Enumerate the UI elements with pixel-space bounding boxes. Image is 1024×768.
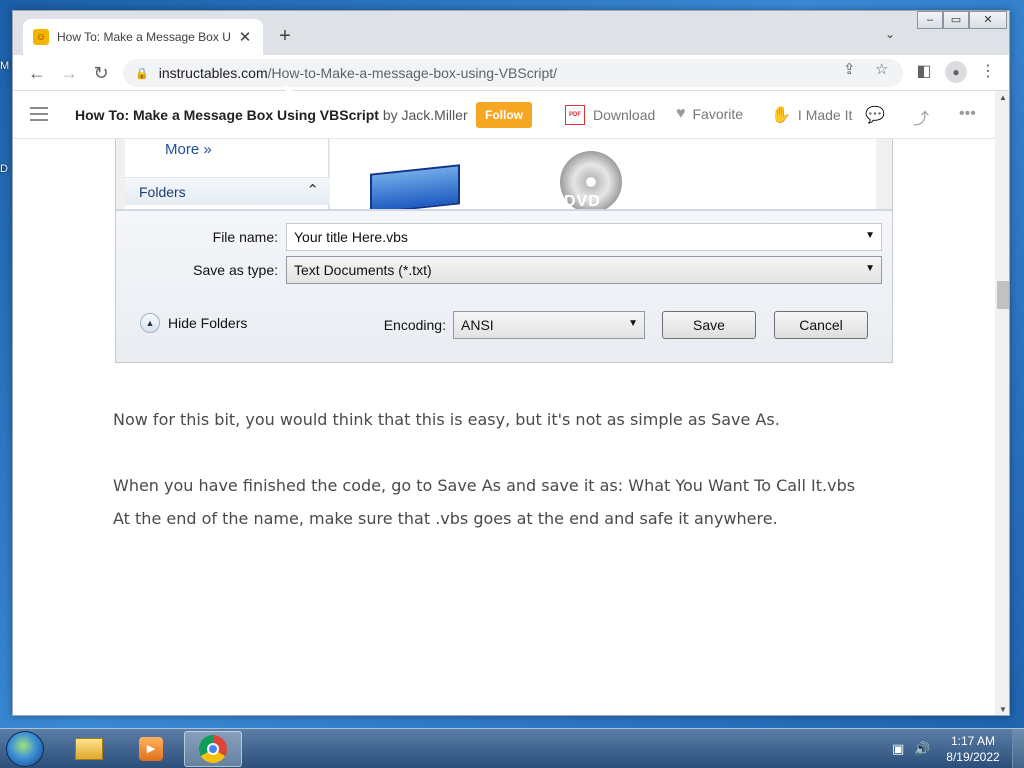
menu-kebab-icon[interactable]: ⋮ xyxy=(977,61,999,83)
save-type-select: Text Documents (*.txt) ▼ xyxy=(286,256,882,284)
folders-label: Folders xyxy=(139,184,186,200)
dropdown-arrow-icon: ▼ xyxy=(865,263,875,274)
encoding-select: ANSI ▼ xyxy=(453,311,645,339)
i-made-it-button[interactable]: ✋ I Made It xyxy=(771,105,852,125)
tab-title: How To: Make a Message Box Us xyxy=(57,30,231,44)
instructables-robot-icon: ☺ xyxy=(33,29,49,45)
project-title[interactable]: How To: Make a Message Box Using VBScrip… xyxy=(75,107,468,123)
side-panel-icon[interactable]: ◧ xyxy=(913,61,935,83)
clock-time: 1:17 AM xyxy=(950,734,996,748)
browser-toolbar: ← → ↻ 🔒 instructables.com/How-to-Make-a-… xyxy=(13,55,1009,91)
share-network-icon[interactable]: ⤴ xyxy=(913,105,936,129)
reload-icon[interactable]: ↻ xyxy=(89,61,113,85)
save-button: Save xyxy=(662,311,756,339)
file-name-label: File name: xyxy=(212,229,278,245)
clock-date: 8/19/2022 xyxy=(946,750,1000,764)
folder-icon xyxy=(370,164,460,214)
file-name-value: Your title Here.vbs xyxy=(294,229,408,245)
web-page: How To: Make a Message Box Using VBScrip… xyxy=(13,91,995,715)
scroll-down-arrow-icon[interactable]: ▼ xyxy=(995,703,1009,715)
tab-strip: ☺ How To: Make a Message Box Us ✕ + ⌄ – … xyxy=(13,11,1009,55)
folders-bar: Folders ⌃ xyxy=(125,177,329,205)
bookmark-star-icon[interactable]: ☆ xyxy=(875,60,888,78)
close-icon[interactable]: ✕ xyxy=(237,28,253,46)
encoding-value: ANSI xyxy=(461,317,494,333)
save-form: File name: Your title Here.vbs ▼ Save as… xyxy=(116,209,892,362)
start-button[interactable] xyxy=(6,731,44,767)
hide-folders-label: Hide Folders xyxy=(168,315,248,331)
share-icon[interactable]: ⇪ xyxy=(843,60,856,78)
show-desktop-button[interactable] xyxy=(1012,729,1024,768)
article-paragraph: When you have finished the code, go to S… xyxy=(113,476,856,495)
media-player-icon: ▶ xyxy=(139,737,163,761)
encoding-label: Encoding: xyxy=(383,317,446,333)
desktop-icon-label[interactable]: M xyxy=(0,60,9,72)
maximize-button[interactable]: ▭ xyxy=(943,11,969,29)
url-host: instructables.com xyxy=(158,65,268,81)
hamburger-menu-icon[interactable] xyxy=(30,107,48,121)
hand-icon: ✋ xyxy=(771,107,791,124)
project-title-text: How To: Make a Message Box Using VBScrip… xyxy=(75,107,379,123)
i-made-it-label: I Made It xyxy=(797,107,853,123)
download-label: Download xyxy=(593,107,656,123)
network-icon[interactable]: ▣ xyxy=(892,741,904,757)
dropdown-arrow-icon: ▼ xyxy=(628,318,638,329)
profile-avatar-icon[interactable]: ● xyxy=(945,61,967,83)
favorite-label: Favorite xyxy=(692,106,744,122)
favorite-button[interactable]: ♥ Favorite xyxy=(676,105,743,123)
taskbar-media-player[interactable]: ▶ xyxy=(122,731,180,767)
instructables-header-bar: How To: Make a Message Box Using VBScrip… xyxy=(13,91,995,139)
chevron-up-circle-icon: ▲ xyxy=(140,313,160,333)
save-type-label: Save as type: xyxy=(193,262,278,278)
cancel-button: Cancel xyxy=(774,311,868,339)
tab-search-chevron-icon[interactable]: ⌄ xyxy=(885,27,895,41)
chrome-icon xyxy=(199,735,227,763)
taskbar-clock[interactable]: 1:17 AM 8/19/2022 xyxy=(940,733,1006,765)
browser-window: ☺ How To: Make a Message Box Us ✕ + ⌄ – … xyxy=(12,10,1010,716)
page-scrollbar[interactable]: ▲ ▼ xyxy=(995,91,1009,715)
desktop-icon-label[interactable]: D xyxy=(0,163,8,175)
more-link: More » xyxy=(165,141,212,158)
article-paragraph: At the end of the name, make sure that .… xyxy=(113,509,778,528)
pdf-icon: PDF xyxy=(565,105,585,125)
file-view: DVD ▼ xyxy=(330,139,876,214)
back-arrow-icon[interactable]: ← xyxy=(25,61,49,85)
comments-icon[interactable]: 💬 xyxy=(865,105,892,125)
follow-button[interactable]: Follow xyxy=(476,102,532,128)
author-byline[interactable]: by Jack.Miller xyxy=(383,107,468,123)
taskbar-chrome[interactable] xyxy=(184,731,242,767)
save-dialog-screenshot: More » Folders ⌃ DVD ▼ File name: Your t… xyxy=(115,139,893,363)
download-button[interactable]: PDF Download xyxy=(565,105,655,125)
chevron-up-icon: ⌃ xyxy=(306,182,319,199)
save-type-value: Text Documents (*.txt) xyxy=(294,262,432,278)
scroll-up-arrow-icon[interactable]: ▲ xyxy=(995,91,1009,105)
double-chevron-icon: » xyxy=(203,141,212,158)
hide-folders-toggle: ▲ Hide Folders xyxy=(140,313,247,333)
taskbar-explorer[interactable] xyxy=(60,731,118,767)
more-label: More xyxy=(165,141,200,158)
taskbar: ▶ ▣ 🔊 1:17 AM 8/19/2022 xyxy=(0,728,1024,768)
forward-arrow-icon[interactable]: → xyxy=(57,61,81,85)
scrollbar-thumb[interactable] xyxy=(997,281,1009,309)
navigation-pane: More » Folders ⌃ xyxy=(125,139,329,209)
minimize-button[interactable]: – xyxy=(917,11,943,29)
browser-tab[interactable]: ☺ How To: Make a Message Box Us ✕ xyxy=(23,19,263,55)
dropdown-arrow-icon: ▼ xyxy=(865,230,875,241)
lock-icon[interactable]: 🔒 xyxy=(135,67,149,80)
new-tab-button[interactable]: + xyxy=(273,25,297,49)
volume-icon[interactable]: 🔊 xyxy=(914,741,930,757)
window-close-button[interactable]: ✕ xyxy=(969,11,1007,29)
address-bar[interactable]: 🔒 instructables.com/How-to-Make-a-messag… xyxy=(123,59,903,87)
more-dots-icon[interactable]: ••• xyxy=(959,105,983,123)
url-path: /How-to-Make-a-message-box-using-VBScrip… xyxy=(267,65,558,81)
heart-icon: ♥ xyxy=(676,105,686,122)
folder-icon xyxy=(75,738,103,760)
article-paragraph: Now for this bit, you would think that t… xyxy=(113,410,780,429)
file-name-field: Your title Here.vbs ▼ xyxy=(286,223,882,251)
